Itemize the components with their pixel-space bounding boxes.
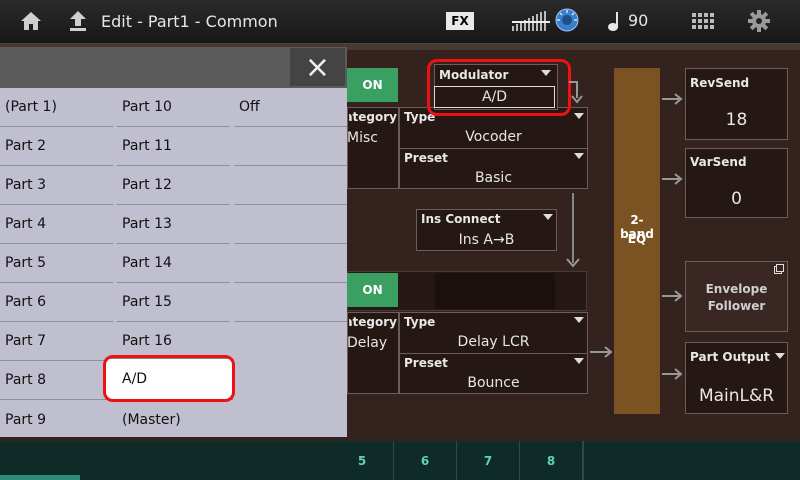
ins-b-type-value: Delay LCR [457, 334, 530, 350]
up-arrow-icon[interactable] [68, 10, 88, 32]
list-item[interactable]: (Part 1) [0, 88, 113, 127]
list-item[interactable]: Part 4 [0, 205, 113, 244]
gear-icon[interactable] [748, 10, 770, 32]
eq-label-line2: EQ [627, 232, 647, 246]
list-item [234, 166, 347, 205]
list-item[interactable]: Part 7 [0, 322, 113, 361]
rev-send-value: 18 [725, 110, 748, 130]
ins-a-on-button[interactable]: ON [347, 68, 398, 102]
list-item[interactable]: Part 14 [117, 244, 230, 283]
keyboard-grid-icon[interactable] [692, 13, 716, 31]
page-title: Edit - Part1 - Common [101, 12, 278, 31]
envelope-label-line2: Follower [707, 299, 766, 313]
right-arrow-icon [662, 173, 684, 185]
fx-icon[interactable]: FX [446, 12, 474, 30]
part-tab-6[interactable]: 6 [394, 441, 457, 480]
down-arrow-icon [566, 258, 580, 268]
selection-highlight [103, 355, 235, 402]
right-arrow-icon [590, 346, 614, 358]
ins-b-type-dropdown-icon [574, 317, 584, 323]
right-arrow-icon [662, 290, 684, 302]
modulator-return-arrow-icon [565, 80, 583, 104]
list-item[interactable]: Part 13 [117, 205, 230, 244]
list-item [234, 205, 347, 244]
ins-a-preset-dropdown-icon [574, 153, 584, 159]
tempo-value[interactable]: 90 [628, 11, 648, 30]
ins-b-preset-dropdown-icon [574, 358, 584, 364]
list-item[interactable]: Off [234, 88, 347, 127]
list-item[interactable]: (Master) [117, 400, 230, 439]
envelope-label-line1: Envelope [705, 282, 768, 296]
list-item[interactable]: Part 11 [117, 127, 230, 166]
part-output-value: MainL&R [698, 386, 775, 406]
part-tab-8[interactable]: 8 [520, 441, 583, 480]
ins-b-preset-label: Preset [404, 356, 448, 370]
note-icon [607, 10, 621, 32]
list-item[interactable]: Part 3 [0, 166, 113, 205]
part-tab-7[interactable]: 7 [457, 441, 520, 480]
ins-b-category-value: Delay [347, 335, 388, 351]
var-send-value: 0 [731, 189, 742, 209]
ins-connect-dropdown-icon [543, 214, 553, 220]
envelope-follower-button[interactable] [685, 261, 788, 332]
ins-a-preset-value: Basic [474, 170, 513, 186]
ins-connect-value: Ins A→B [458, 232, 515, 248]
list-item[interactable]: Part 6 [0, 283, 113, 322]
list-item[interactable]: Part 12 [117, 166, 230, 205]
ins-connect-label: Ins Connect [421, 212, 501, 226]
right-arrow-icon [662, 368, 684, 380]
dial-icon[interactable] [555, 8, 579, 32]
part-tab-5[interactable]: 5 [331, 441, 394, 480]
list-item[interactable]: Part 15 [117, 283, 230, 322]
ins-a-preset-label: Preset [404, 151, 448, 165]
ins-a-category-label: Category [349, 110, 397, 124]
home-icon[interactable] [20, 11, 42, 31]
list-item [234, 127, 347, 166]
rev-send-label: RevSend [690, 76, 750, 90]
ins-b-preset-value: Bounce [467, 375, 520, 391]
modulator-highlight [427, 59, 571, 116]
list-item[interactable]: Part 9 [0, 400, 113, 439]
ins-b-type-label: Type [404, 315, 436, 329]
list-item[interactable]: Part 8 [0, 361, 113, 400]
part-output-dropdown-icon [775, 353, 785, 359]
list-item[interactable]: Part 2 [0, 127, 113, 166]
right-arrow-icon [662, 93, 684, 105]
ins-a-type-value: Vocoder [465, 129, 522, 145]
list-item[interactable]: Part 10 [117, 88, 230, 127]
list-item [234, 322, 347, 361]
list-item [234, 283, 347, 322]
ins-a-category-value: Misc [347, 130, 378, 146]
ins-a-type-dropdown-icon [574, 113, 584, 119]
list-item[interactable]: Part 5 [0, 244, 113, 283]
list-item [234, 244, 347, 283]
part-output-label: Part Output [690, 350, 770, 364]
ins-b-category-label: Category [349, 315, 397, 329]
ins-b-on-button[interactable]: ON [347, 273, 398, 307]
popup-window-icon [774, 264, 784, 274]
var-send-label: VarSend [690, 155, 747, 169]
level-meter-icon [512, 10, 550, 32]
close-button[interactable]: × [290, 48, 345, 86]
